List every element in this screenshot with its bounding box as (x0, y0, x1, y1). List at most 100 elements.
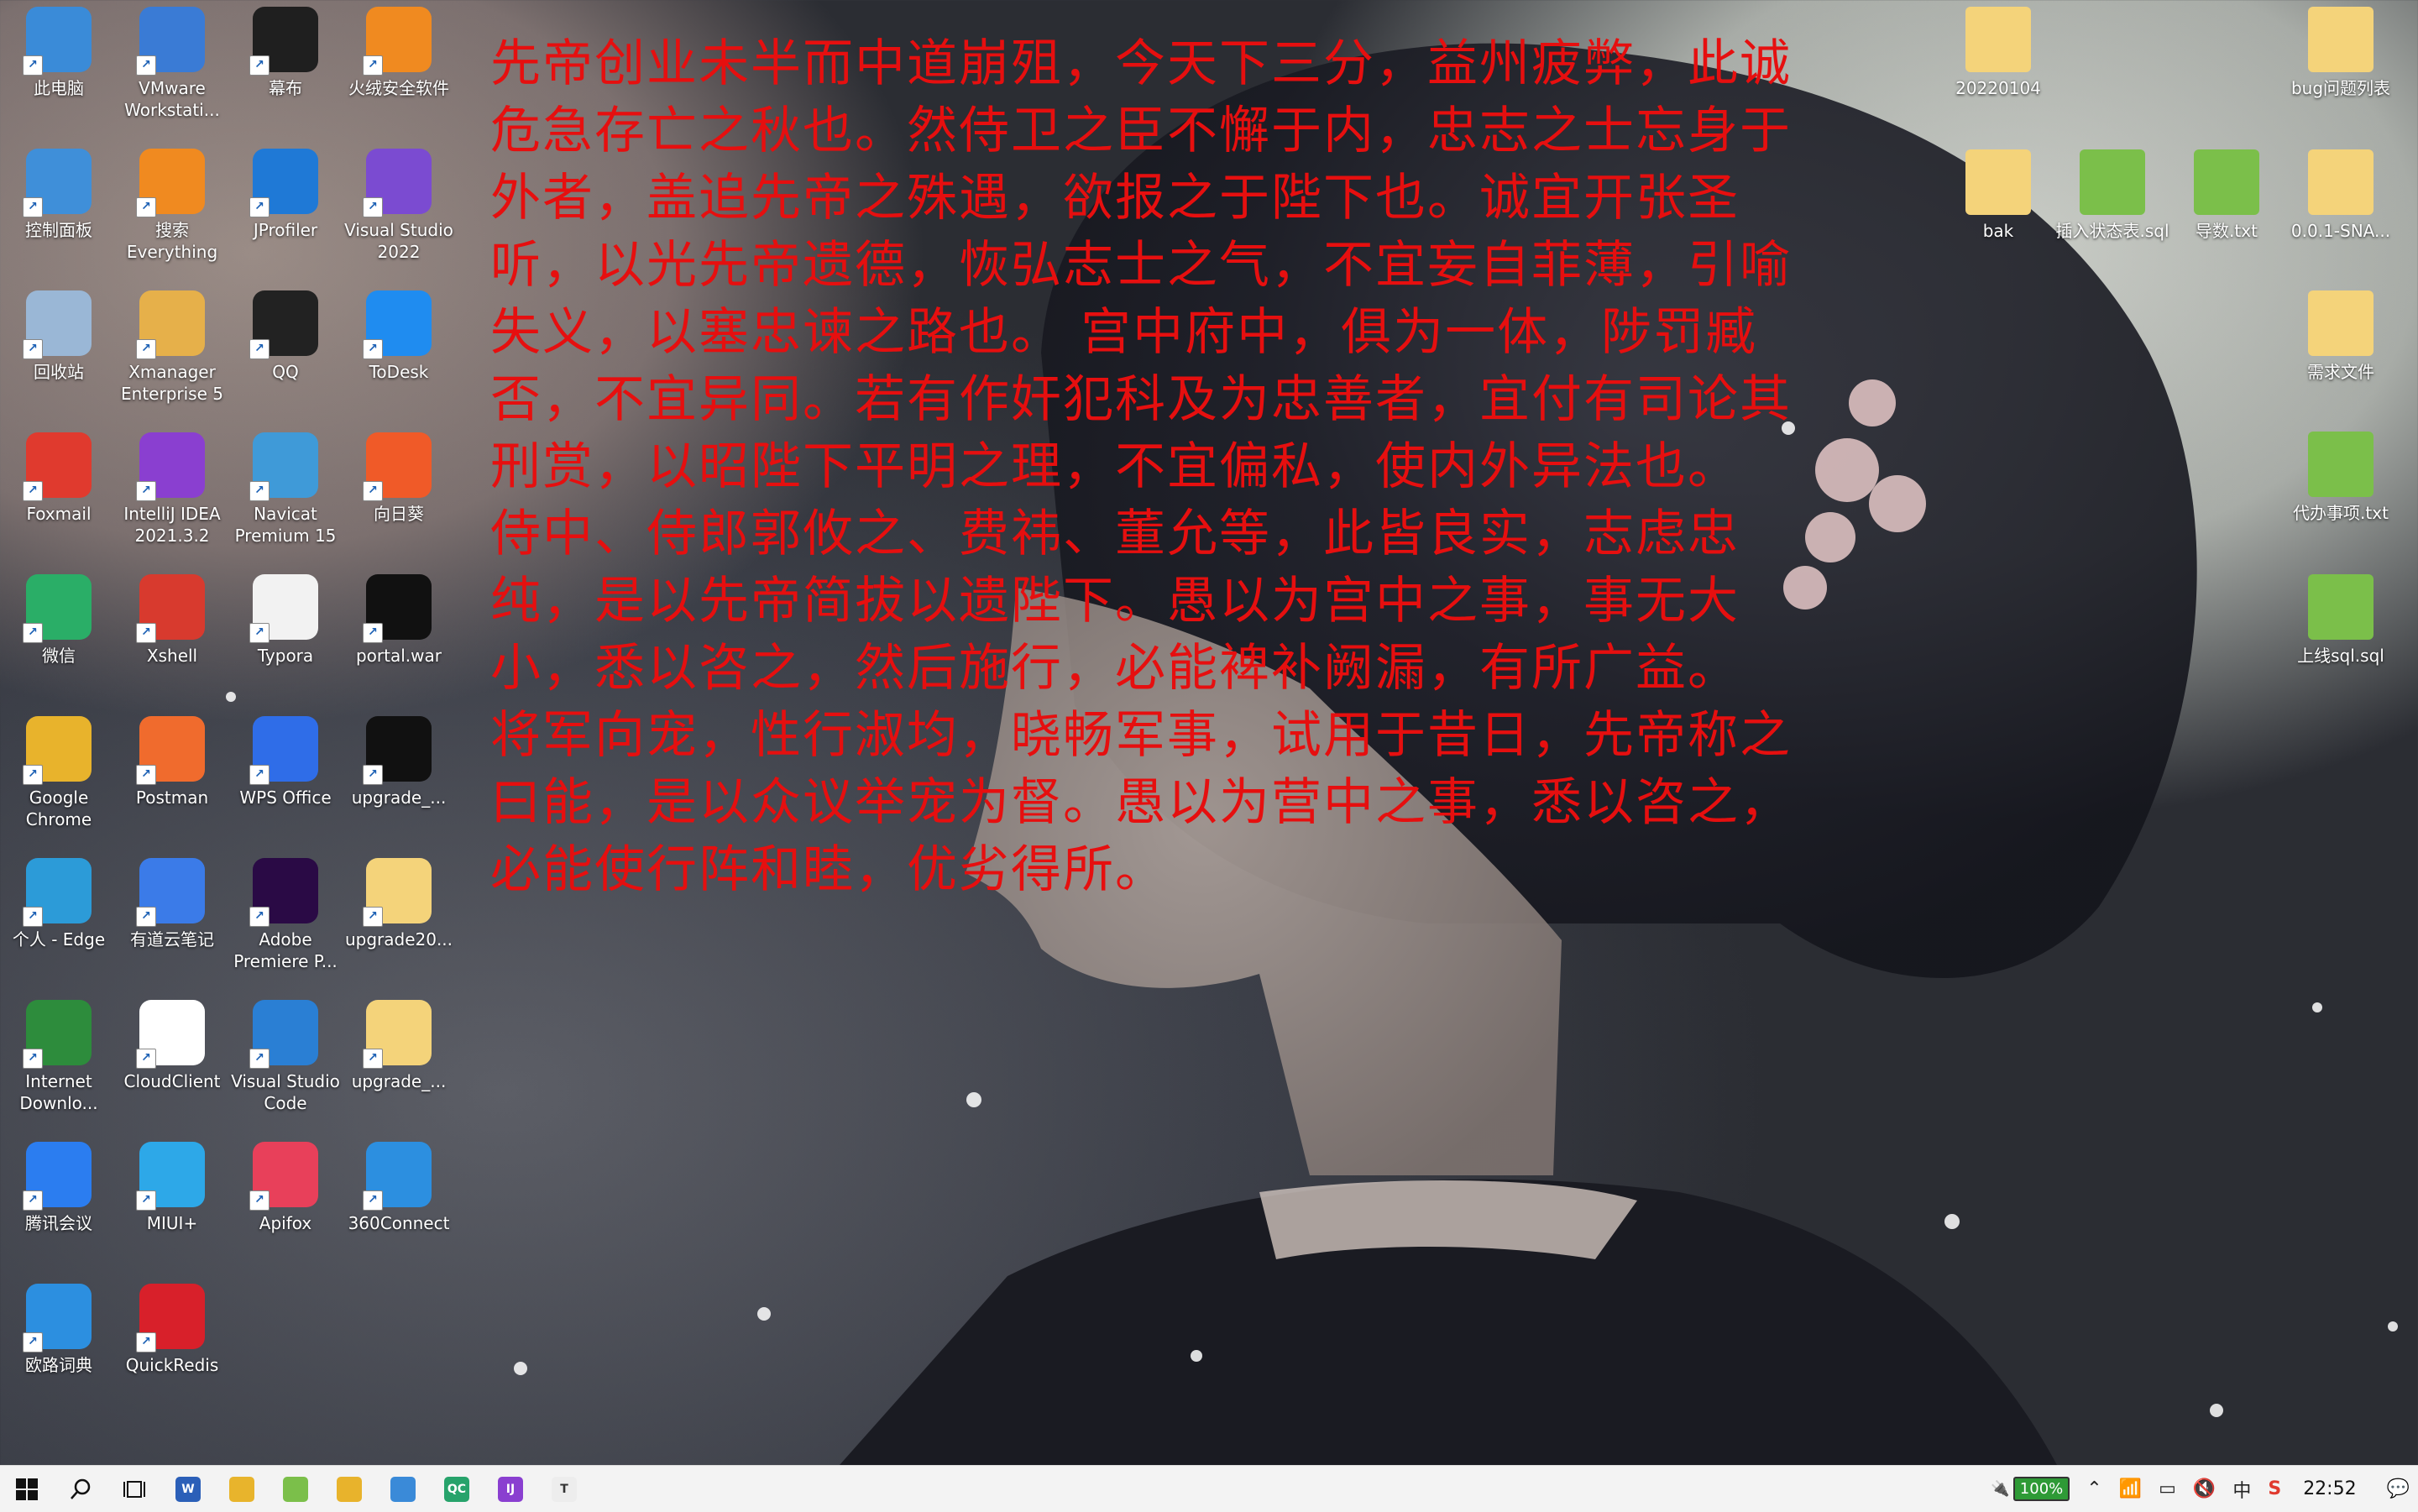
desktop-icon[interactable]: ↗ WPS Office (227, 716, 344, 808)
shortcut-arrow-icon: ↗ (249, 1190, 270, 1211)
shortcut-arrow-icon: ↗ (249, 907, 270, 927)
desktop-icon-label: 0.0.1-SNA... (2290, 221, 2391, 241)
desktop-icon[interactable]: ↗ Visual Studio 2022 (340, 149, 458, 263)
desktop-icon-label: CloudClient (123, 1071, 221, 1091)
desktop-icon-label: 回收站 (34, 362, 84, 382)
eudic-icon: ↗ (23, 1284, 92, 1352)
shortcut-arrow-icon: ↗ (136, 1190, 156, 1211)
desktop-icon[interactable]: ↗ Xmanager Enterprise 5 (113, 290, 231, 405)
desktop-icon[interactable]: 0.0.1-SNA... (2282, 149, 2400, 242)
desktop-icon[interactable]: ↗ 此电脑 (0, 7, 118, 99)
desktop-icon[interactable]: ↗ 火绒安全软件 (340, 7, 458, 99)
shortcut-arrow-icon: ↗ (136, 197, 156, 217)
intellij-icon: IJ (498, 1476, 523, 1502)
desktop-icon[interactable]: ↗ 幕布 (227, 7, 344, 99)
desktop-icon[interactable]: ↗ 微信 (0, 574, 118, 667)
desktop-icon[interactable]: ↗ 回收站 (0, 290, 118, 383)
taskbar-app-qc[interactable]: QC (430, 1466, 484, 1512)
desktop-icon[interactable]: ↗ 搜索 Everything (113, 149, 231, 263)
desktop-icon[interactable]: ↗ Typora (227, 574, 344, 667)
desktop-icon[interactable]: 20220104 (1939, 7, 2057, 99)
search-icon[interactable] (54, 1466, 107, 1512)
desktop-icon[interactable]: bak (1939, 149, 2057, 242)
desktop-icon[interactable]: ↗ Visual Studio Code (227, 1000, 344, 1114)
clock-time[interactable]: 22:52 (2290, 1478, 2378, 1499)
desktop-icon[interactable]: ↗ upgrade_... (340, 1000, 458, 1092)
desktop-icon-label: 向日葵 (374, 504, 424, 524)
desktop-icon-label: VMware Workstati... (124, 78, 220, 120)
desktop-icon[interactable]: ↗ 有道云笔记 (113, 858, 231, 950)
desktop-icon[interactable]: ↗ MIUI+ (113, 1142, 231, 1234)
wifi-icon[interactable]: 📶 (2111, 1478, 2150, 1499)
desktop-icon-label: 微信 (42, 646, 76, 666)
shortcut-arrow-icon: ↗ (23, 1190, 43, 1211)
shortcut-arrow-icon: ↗ (23, 197, 43, 217)
desktop-icon[interactable]: ↗ 向日葵 (340, 432, 458, 525)
desktop-icon[interactable]: ↗ 360Connect (340, 1142, 458, 1234)
desktop-icon-label: QQ (272, 362, 299, 382)
youdao-note-icon: ↗ (136, 858, 205, 927)
desktop-icon[interactable]: ↗ JProfiler (227, 149, 344, 241)
desktop-icon[interactable]: ↗ upgrade20... (340, 858, 458, 950)
desktop-icon[interactable]: 上线sql.sql (2282, 574, 2400, 667)
taskbar-app-intellij[interactable]: IJ (484, 1466, 537, 1512)
desktop-icon[interactable]: ↗ QQ (227, 290, 344, 383)
shortcut-arrow-icon: ↗ (363, 1190, 383, 1211)
sunlogin-icon: ↗ (363, 432, 432, 501)
taskbar-app-word[interactable]: W (161, 1466, 215, 1512)
shortcut-arrow-icon: ↗ (136, 765, 156, 785)
taskbar-app-notepad-plus[interactable] (269, 1466, 322, 1512)
desktop-icon[interactable]: ↗ Internet Downlo... (0, 1000, 118, 1114)
shortcut-arrow-icon: ↗ (249, 1049, 270, 1069)
desktop-icon[interactable]: 导数.txt (2168, 149, 2285, 242)
desktop-icon[interactable]: ↗ Navicat Premium 15 (227, 432, 344, 547)
shortcut-arrow-icon: ↗ (136, 907, 156, 927)
desktop-icon-label: portal.war (355, 646, 442, 666)
taskbar-app-typora[interactable]: T (537, 1466, 591, 1512)
desktop-icon[interactable]: ↗ Apifox (227, 1142, 344, 1234)
taskbar-app-sourcetree[interactable] (376, 1466, 430, 1512)
battery-indicator[interactable]: 🔌 100% (1982, 1477, 2078, 1501)
desktop-icon-label: JProfiler (253, 220, 318, 240)
desktop-icon-label: Visual Studio 2022 (344, 220, 453, 262)
windows-start-icon[interactable] (0, 1466, 54, 1512)
taskbar-app-explorer[interactable] (215, 1466, 269, 1512)
desktop-icon-label: bug问题列表 (2290, 78, 2391, 98)
desktop-icon[interactable]: ↗ upgrade_... (340, 716, 458, 808)
chevron-up-icon[interactable]: ⌃ (2078, 1478, 2110, 1499)
desktop-icon[interactable]: 插入状态表.sql (2054, 149, 2171, 242)
shortcut-arrow-icon: ↗ (136, 55, 156, 76)
desktop-icon[interactable]: ↗ CloudClient (113, 1000, 231, 1092)
shortcut-arrow-icon: ↗ (363, 55, 383, 76)
desktop-icon[interactable]: ↗ QuickRedis (113, 1284, 231, 1376)
desktop-icon[interactable]: ↗ ToDesk (340, 290, 458, 383)
taskbar-app-chrome[interactable] (322, 1466, 376, 1512)
typora-icon: ↗ (249, 574, 318, 643)
desktop-icon[interactable]: ↗ Google Chrome (0, 716, 118, 830)
sogou-icon[interactable]: S (2259, 1478, 2290, 1499)
volume-muted-icon[interactable]: 🔇 (2185, 1478, 2224, 1499)
desktop-icon[interactable]: ↗ 腾讯会议 (0, 1142, 118, 1234)
computer-icon: ↗ (23, 7, 92, 76)
desktop-icon-label: WPS Office (239, 787, 332, 808)
desktop-icon[interactable]: bug问题列表 (2282, 7, 2400, 99)
ime-icon[interactable]: 中 (2224, 1476, 2259, 1503)
chrome-file-icon: ↗ (363, 858, 432, 927)
desktop-icon[interactable]: 代办事项.txt (2282, 432, 2400, 524)
desktop-icon[interactable]: ↗ 个人 - Edge (0, 858, 118, 950)
desktop-icon[interactable]: ↗ Foxmail (0, 432, 118, 525)
desktop-icon[interactable]: ↗ Adobe Premiere P... (227, 858, 344, 972)
desktop-icon-label: Xmanager Enterprise 5 (121, 362, 223, 404)
notification-icon[interactable]: 💬 (2379, 1478, 2418, 1499)
desktop-icon[interactable]: ↗ Postman (113, 716, 231, 808)
desktop-icon[interactable]: ↗ 欧路词典 (0, 1284, 118, 1376)
desktop-icon[interactable]: ↗ VMware Workstati... (113, 7, 231, 121)
desktop-icon[interactable]: ↗ 控制面板 (0, 149, 118, 241)
shortcut-arrow-icon: ↗ (249, 481, 270, 501)
desktop-icon[interactable]: ↗ IntelliJ IDEA 2021.3.2 (113, 432, 231, 547)
desktop-icon[interactable]: 需求文件 (2282, 290, 2400, 383)
battery-icon[interactable]: ▭ (2150, 1478, 2185, 1499)
desktop-icon[interactable]: ↗ portal.war (340, 574, 458, 667)
task-view-icon[interactable] (107, 1466, 161, 1512)
desktop-icon[interactable]: ↗ Xshell (113, 574, 231, 667)
